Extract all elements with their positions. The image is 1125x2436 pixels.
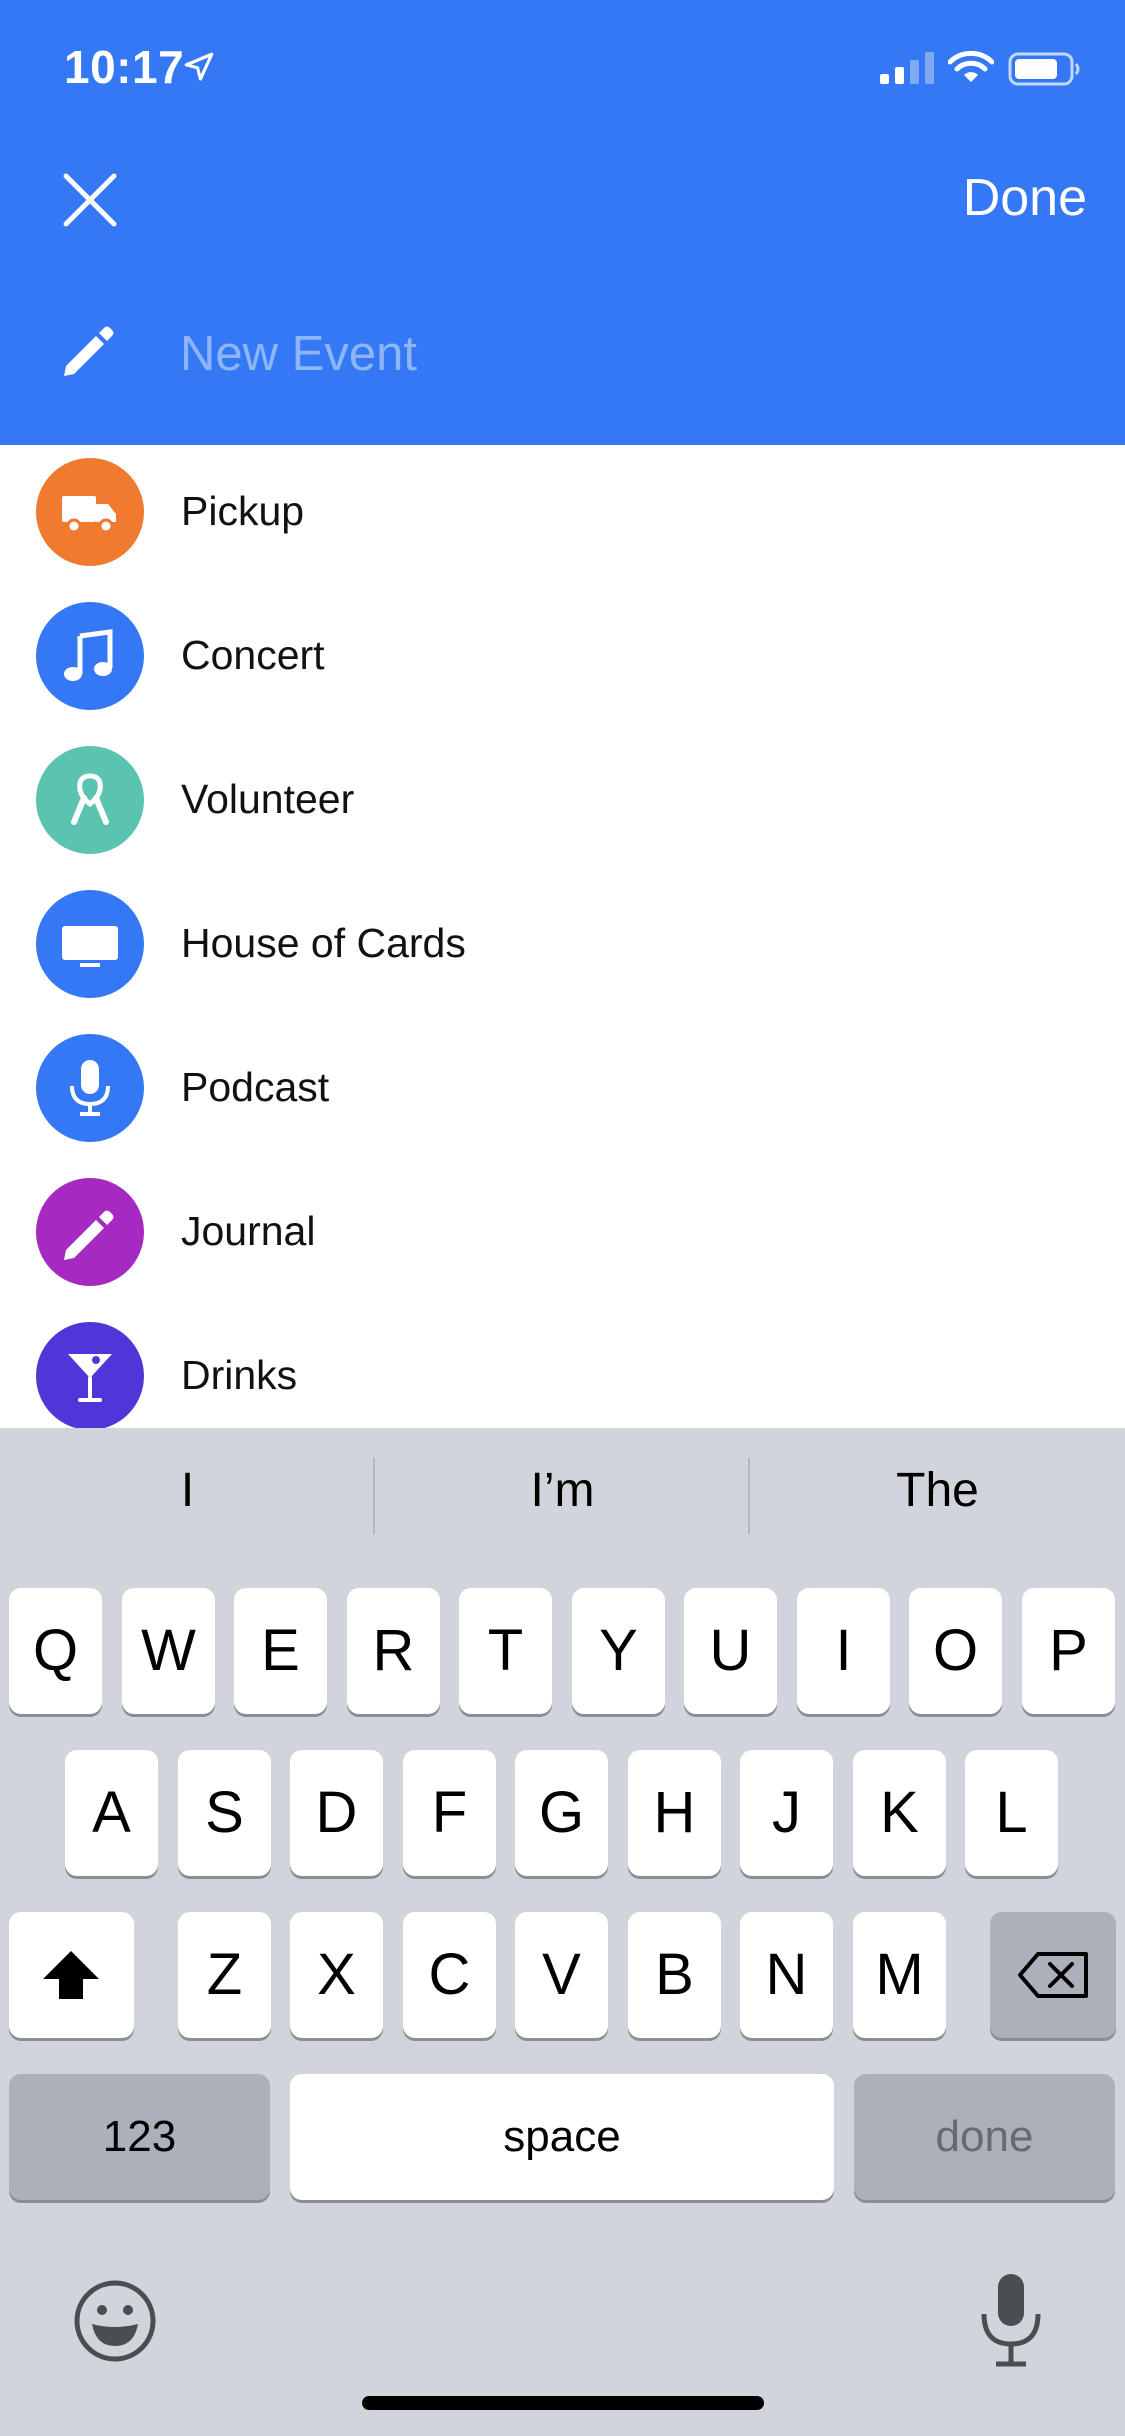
- list-item-label: Podcast: [181, 1064, 330, 1110]
- prediction-3[interactable]: The: [750, 1463, 1125, 1518]
- ribbon-icon: [36, 746, 144, 854]
- key-s[interactable]: S: [178, 1750, 271, 1876]
- list-item-label: House of Cards: [181, 920, 466, 966]
- list-item[interactable]: Podcast: [0, 1016, 1125, 1160]
- list-item-label: Volunteer: [181, 776, 355, 822]
- cellular-signal-icon: [880, 52, 934, 84]
- home-indicator: [362, 2396, 764, 2410]
- backspace-icon: [1018, 1952, 1088, 1998]
- key-o[interactable]: O: [909, 1588, 1002, 1714]
- key-w[interactable]: W: [122, 1588, 215, 1714]
- key-i[interactable]: I: [797, 1588, 890, 1714]
- key-x[interactable]: X: [290, 1912, 383, 2038]
- key-v[interactable]: V: [515, 1912, 608, 2038]
- status-bar: 10:17: [0, 0, 1125, 135]
- header: 10:17 Done: [0, 0, 1125, 445]
- list-item[interactable]: House of Cards: [0, 872, 1125, 1016]
- key-e[interactable]: E: [234, 1588, 327, 1714]
- prediction-2[interactable]: I’m: [375, 1463, 750, 1518]
- key-d[interactable]: D: [290, 1750, 383, 1876]
- key-p[interactable]: P: [1022, 1588, 1115, 1714]
- key-t[interactable]: T: [459, 1588, 552, 1714]
- list-item[interactable]: Drinks: [0, 1304, 1125, 1428]
- pencil-icon: [64, 326, 114, 376]
- list-item[interactable]: Volunteer: [0, 728, 1125, 872]
- key-l[interactable]: L: [965, 1750, 1058, 1876]
- backspace-key[interactable]: [990, 1912, 1116, 2038]
- location-arrow-icon: [184, 52, 214, 81]
- list-item[interactable]: Pickup: [0, 445, 1125, 584]
- music-note-icon: [36, 602, 144, 710]
- suggestion-list: Pickup Concert Volunteer House of Cards …: [0, 445, 1125, 1428]
- key-b[interactable]: B: [628, 1912, 721, 2038]
- key-u[interactable]: U: [684, 1588, 777, 1714]
- list-item-label: Concert: [181, 632, 325, 678]
- dictation-microphone-icon[interactable]: [974, 2270, 1048, 2370]
- shift-icon: [43, 1951, 99, 1999]
- key-g[interactable]: G: [515, 1750, 608, 1876]
- list-item-label: Journal: [181, 1208, 316, 1254]
- battery-icon: [1008, 52, 1080, 86]
- emoji-icon[interactable]: [72, 2278, 158, 2364]
- list-item-label: Drinks: [181, 1352, 298, 1398]
- keyboard-done-key[interactable]: done: [854, 2074, 1115, 2200]
- microphone-icon: [36, 1034, 144, 1142]
- key-y[interactable]: Y: [572, 1588, 665, 1714]
- numbers-key[interactable]: 123: [9, 2074, 270, 2200]
- list-item[interactable]: Journal: [0, 1160, 1125, 1304]
- key-a[interactable]: A: [65, 1750, 158, 1876]
- list-item-label: Pickup: [181, 488, 305, 534]
- key-h[interactable]: H: [628, 1750, 721, 1876]
- tv-icon: [36, 890, 144, 998]
- key-r[interactable]: R: [347, 1588, 440, 1714]
- key-f[interactable]: F: [403, 1750, 496, 1876]
- key-q[interactable]: Q: [9, 1588, 102, 1714]
- key-z[interactable]: Z: [178, 1912, 271, 2038]
- key-c[interactable]: C: [403, 1912, 496, 2038]
- close-icon[interactable]: [60, 170, 120, 230]
- pencil-icon: [36, 1178, 144, 1286]
- key-j[interactable]: J: [740, 1750, 833, 1876]
- key-k[interactable]: K: [853, 1750, 946, 1876]
- event-title-input[interactable]: [180, 318, 1040, 390]
- list-item[interactable]: Concert: [0, 584, 1125, 728]
- cocktail-icon: [36, 1322, 144, 1428]
- keyboard: I I’m The Q W E R T Y U I O P A S D F G …: [0, 1428, 1125, 2436]
- wifi-icon: [948, 50, 994, 82]
- space-key[interactable]: space: [290, 2074, 834, 2200]
- key-n[interactable]: N: [740, 1912, 833, 2038]
- truck-icon: [36, 458, 144, 566]
- status-time: 10:17: [64, 41, 185, 93]
- prediction-1[interactable]: I: [0, 1463, 375, 1518]
- key-m[interactable]: M: [853, 1912, 946, 2038]
- shift-key[interactable]: [9, 1912, 134, 2038]
- done-button[interactable]: Done: [963, 168, 1087, 228]
